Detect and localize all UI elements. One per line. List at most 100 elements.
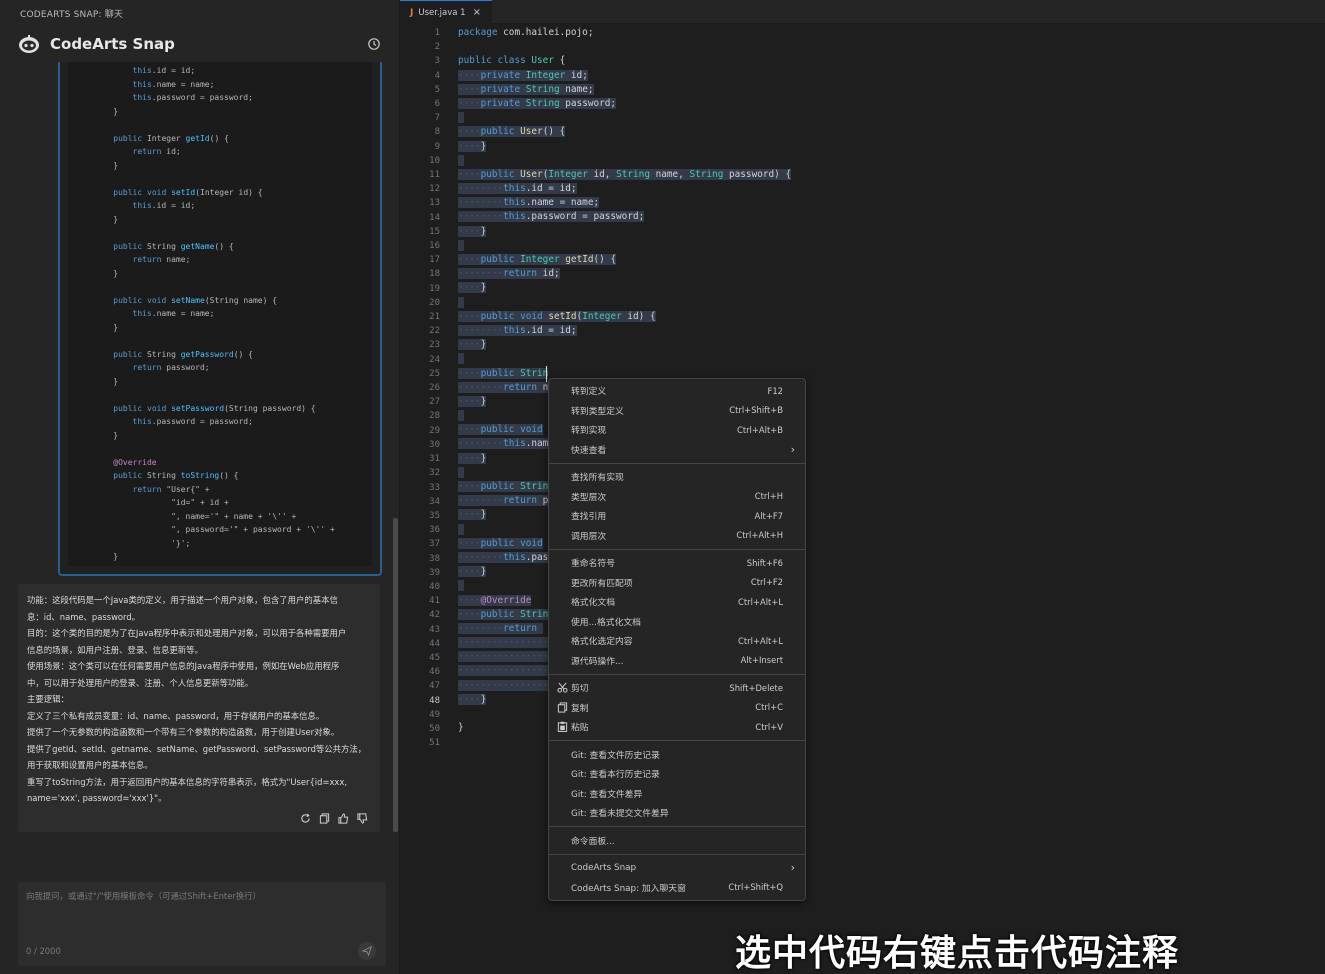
line-number: 2 [434,42,440,53]
menu-item-label: 转到定义 [571,387,607,398]
line-number: 32 [429,468,440,479]
menu-item[interactable]: 转到定义 F12 [549,381,805,401]
brand-header: CodeArts Snap [18,34,175,54]
line-number: 5 [434,84,440,95]
menu-item[interactable]: 重命名符号 Shift+F6 [549,553,805,573]
menu-item[interactable]: 格式化文档 Ctrl+Alt+L [549,592,805,612]
line-number: 8 [434,127,440,138]
answer-line: 功能：这段代码是一个Java类的定义，用于描述一个用户对象，包含了用户的基本信 [27,595,338,605]
chat-code-line: '}'; [94,538,191,548]
line-number: 19 [429,283,440,294]
menu-item[interactable]: 快速查看 › [549,440,805,460]
chat-code-line: this.name = name; [132,79,215,89]
line-number: 7 [434,113,440,124]
line-number: 16 [429,241,440,252]
code-line: ········this.id = id; [458,183,577,195]
menu-item-shortcut: Alt+Insert [740,655,783,666]
copy-icon[interactable] [319,813,330,824]
menu-item[interactable]: 类型层次 Ctrl+H [549,487,805,507]
menu-item-shortcut: Shift+Delete [729,682,783,693]
tab-user-java[interactable]: J User.java 1 × [400,0,492,24]
menu-item[interactable]: 查找引用 Alt+F7 [549,506,805,526]
menu-item[interactable]: Git: 查看文件历史记录 [549,745,805,765]
menu-item[interactable]: Git: 查看文件差异 [549,784,805,804]
menu-item-shortcut: F12 [767,385,783,396]
chat-input-placeholder: 向我提问，或通过"/"使用模板命令（可通过Shift+Enter换行） [26,891,261,901]
code-line: ····} [458,339,487,351]
thumbs-up-icon[interactable] [338,813,349,824]
panel-title: CODEARTS SNAP: 聊天 [20,10,124,20]
menu-item[interactable]: 格式化选定内容 Ctrl+Alt+L [549,631,805,651]
line-number: 23 [429,340,440,351]
menu-item[interactable]: Git: 查看未提交文件差异 [549,803,805,823]
menu-item[interactable]: 粘贴 Ctrl+V [549,717,805,737]
menu-item-shortcut: Ctrl+Alt+L [738,596,783,607]
menu-separator [549,740,805,741]
answer-actions [300,813,368,824]
menu-item[interactable]: 转到类型定义 Ctrl+Shift+B [549,401,805,421]
chat-input[interactable]: 向我提问，或通过"/"使用模板命令（可通过Shift+Enter换行） 0 / … [18,882,386,966]
answer-line: 重写了toString方法，用于返回用户的基本信息的字符串表示，格式为"User… [27,776,347,787]
chat-code-text: this.id = id; this.name = name; this.pas… [94,64,335,564]
menu-item[interactable]: 命令面板... [549,831,805,851]
menu-item-label: 格式化文档 [571,598,615,609]
send-button[interactable] [358,942,376,960]
code-line: ····} [458,282,487,294]
menu-item[interactable]: 转到实现 Ctrl+Alt+B [549,420,805,440]
chat-code-line [94,174,99,183]
menu-item-shortcut: Ctrl+Shift+B [729,405,783,416]
menu-item-shortcut: Ctrl+H [754,491,783,502]
refresh-icon[interactable] [300,813,311,824]
chat-code-block: this.id = id; this.name = name; this.pas… [58,62,382,576]
chat-code-line: return name; [132,255,191,264]
menu-item[interactable]: CodeArts Snap › [549,858,805,878]
line-number: 21 [429,312,440,323]
history-icon[interactable] [367,37,381,51]
line-number: 34 [429,496,440,507]
menu-item-shortcut: Alt+F7 [754,510,783,521]
menu-item-label: Git: 查看本行历史记录 [571,770,660,781]
menu-item[interactable]: 源代码操作... Alt+Insert [549,651,805,671]
menu-item[interactable]: 查找所有实现 [549,467,805,487]
chat-code-line: } [94,552,119,561]
line-number: 24 [429,354,440,365]
line-number: 33 [429,482,440,493]
menu-item[interactable]: 复制 Ctrl+C [549,698,805,718]
chat-code-line [94,336,99,345]
code-line: package com.hailei.pojo; [458,27,594,38]
chevron-right-icon: › [790,442,795,456]
menu-item[interactable]: CodeArts Snap: 加入聊天窗 Ctrl+Shift+Q [549,878,805,898]
menu-item-label: 查找引用 [571,512,607,523]
menu-separator [549,826,805,827]
menu-item-label: 查找所有实现 [571,473,624,484]
close-icon[interactable]: × [473,7,481,18]
code-line: ········this.id = id; [458,324,577,336]
line-number: 42 [429,610,440,621]
panel-scrollbar[interactable] [393,518,398,832]
menu-item-shortcut: Ctrl+Alt+L [738,635,783,646]
menu-item[interactable]: 使用...格式化文档 [549,612,805,632]
line-number: 26 [429,383,440,394]
chat-code-line: return id; [132,147,181,156]
line-number: 41 [429,596,440,607]
code-editor[interactable]: 1 2 3 4 5 6 7 8 9 10 11 12 13 14 15 16 17 18 19 20 21 22 23 24 2… [400,25,1325,974]
chat-code-line: } [94,214,119,224]
tab-label: User.java 1 [418,8,465,18]
line-number: 22 [429,326,440,337]
line-number: 30 [429,439,440,450]
menu-item[interactable]: Git: 查看本行历史记录 [549,764,805,784]
answer-line: 中，可以用于处理用户的登录、注册、个人信息更新等功能。 [27,677,254,688]
line-number: 18 [429,269,440,280]
line-number: 9 [434,141,440,152]
menu-item[interactable]: 更改所有匹配项 Ctrl+F2 [549,573,805,593]
menu-item-label: Git: 查看文件差异 [571,789,643,800]
menu-item-shortcut: Ctrl+Alt+B [736,424,783,435]
chat-code-line: public String getPassword() { [113,349,253,359]
thumbs-down-icon[interactable] [357,813,368,824]
menu-item[interactable]: 调用层次 Ctrl+Alt+H [549,526,805,546]
code-line: ····public void setId(Integer id) { [458,310,656,322]
chat-code-body: this.id = id; this.name = name; this.pas… [68,62,372,566]
chat-code-line: this.password = password; [132,417,253,426]
menu-item[interactable]: 剪切 Shift+Delete [549,678,805,698]
code-line: ····} [458,140,487,152]
